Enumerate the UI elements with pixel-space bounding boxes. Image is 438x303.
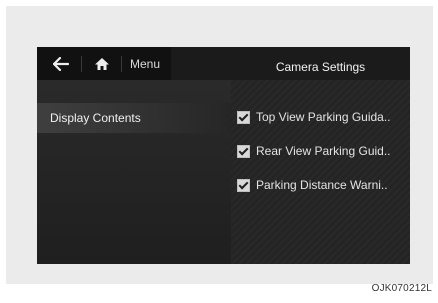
option-parking-distance-warning[interactable]: Parking Distance Warni.. xyxy=(237,173,407,197)
back-arrow-icon xyxy=(53,56,69,71)
settings-list: Top View Parking Guida.. Rear View Parki… xyxy=(231,80,410,264)
option-rear-view-parking-guidance[interactable]: Rear View Parking Guid.. xyxy=(237,139,407,163)
sidebar: Display Contents xyxy=(37,80,232,264)
home-button[interactable] xyxy=(83,47,121,80)
option-top-view-parking-guidance[interactable]: Top View Parking Guida.. xyxy=(237,105,407,129)
top-bar: Menu Camera Settings xyxy=(37,47,410,80)
checkbox-checked-icon[interactable] xyxy=(237,178,250,192)
divider xyxy=(81,56,82,72)
option-label: Parking Distance Warni.. xyxy=(256,178,388,192)
option-label: Top View Parking Guida.. xyxy=(256,110,391,124)
checkbox-checked-icon[interactable] xyxy=(237,144,250,158)
home-icon xyxy=(95,57,109,70)
menu-button[interactable]: Menu xyxy=(123,47,167,80)
checkbox-checked-icon[interactable] xyxy=(237,110,250,124)
page-title: Camera Settings xyxy=(275,60,366,74)
divider xyxy=(121,56,122,72)
sidebar-item-display-contents[interactable]: Display Contents xyxy=(37,103,231,133)
infotainment-screen: Menu Camera Settings Display Contents To… xyxy=(37,47,410,264)
option-label: Rear View Parking Guid.. xyxy=(256,144,391,158)
back-button[interactable] xyxy=(41,47,81,80)
image-code: OJK070212L xyxy=(371,283,432,294)
